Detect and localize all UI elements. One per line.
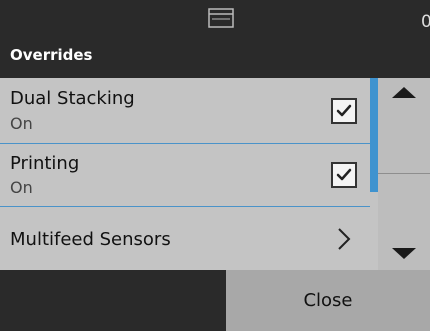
list-item-multifeed-sensors[interactable]: Multifeed Sensors xyxy=(0,207,370,270)
close-button[interactable]: Close xyxy=(226,270,430,331)
list-item-printing[interactable]: Printing On xyxy=(0,144,370,207)
list-item-label: Dual Stacking xyxy=(10,88,135,109)
scroll-up-button[interactable] xyxy=(378,78,430,174)
header-counter: 0 xyxy=(421,12,430,32)
down-arrow-icon xyxy=(392,248,416,259)
scroll-panel xyxy=(378,78,430,270)
dual-stacking-checkbox[interactable] xyxy=(331,98,357,124)
list-item-label: Multifeed Sensors xyxy=(10,229,171,250)
printing-checkbox[interactable] xyxy=(331,162,357,188)
list-item-value: On xyxy=(10,114,33,133)
header-bar: 0 Overrides xyxy=(0,0,430,78)
list-item-label: Printing xyxy=(10,153,80,174)
list-item-value: On xyxy=(10,178,33,197)
chevron-right-icon xyxy=(337,227,351,255)
checkmark-icon xyxy=(336,168,352,181)
list-scroll-indicator xyxy=(370,78,378,192)
list-item-dual-stacking[interactable]: Dual Stacking On xyxy=(0,78,370,144)
checkmark-icon xyxy=(336,104,352,117)
page-title: Overrides xyxy=(10,46,93,64)
scroll-down-button[interactable] xyxy=(378,174,430,270)
up-arrow-icon xyxy=(392,87,416,98)
panel-icon xyxy=(208,8,234,28)
overrides-list: Dual Stacking On Printing On Multifeed S… xyxy=(0,78,378,270)
